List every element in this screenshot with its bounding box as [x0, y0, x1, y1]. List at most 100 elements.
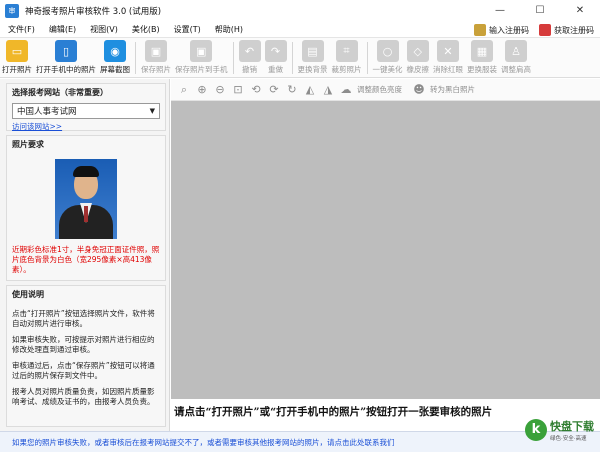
open-photo-label: 打开照片: [2, 65, 32, 74]
title-bar: 审 神奇报考照片审核软件 3.0 (试用版) — ☐ ✕: [0, 0, 600, 22]
site-panel: 选择报考网站（非常重要） 中国人事考试网 ▼ 访问该网站>>: [6, 83, 166, 131]
menu-settings[interactable]: 设置(T): [174, 24, 201, 35]
beautify-button[interactable]: ○ 一键美化: [371, 38, 405, 78]
watermark: k 快盘下载 绿色·安全·高速: [525, 418, 594, 442]
menu-beautify[interactable]: 美化(B): [132, 24, 160, 35]
change-suit-button[interactable]: ▦ 更换服装: [465, 38, 499, 78]
open-phone-photo-button[interactable]: ▯ 打开手机中的照片: [34, 38, 98, 78]
adjust-height-button[interactable]: ♙ 调整肩高: [499, 38, 533, 78]
beautify-label: 一键美化: [372, 65, 403, 74]
toolbar-separator: [366, 42, 368, 74]
sample-photo: [55, 159, 117, 239]
close-button[interactable]: ✕: [560, 0, 600, 22]
usage-paragraph-3: 审核通过后，点击“保存照片”按钮可以将通过后的照片保存到文件中。: [12, 361, 155, 380]
save-photo-button[interactable]: ▣ 保存照片: [139, 38, 173, 78]
menu-bar: 文件(F) 编辑(E) 视图(V) 美化(B) 设置(T) 帮助(H) 输入注册…: [0, 22, 600, 38]
screenshot-label: 屏幕截图: [100, 65, 130, 74]
crop-button[interactable]: ⌗ 裁剪照片: [330, 38, 364, 78]
save-phone-icon: ▣: [190, 40, 213, 62]
usage-paragraph-1: 点击“打开照片”按钮选择照片文件，软件将自动对照片进行审核。: [12, 309, 155, 328]
photo-requirements-panel: 照片要求 近期彩色标准1寸，半身免冠正面证件照，照片底色背景为白色（宽295像素…: [6, 135, 166, 281]
image-toolbar: ⌕ ⊕ ⊖ ⊡ ⟲ ⟳ ↻ ◭ ◮ ☁ 调整颜色亮度 ☻ 转为黑白照片: [171, 79, 600, 101]
person-icon[interactable]: ☻: [412, 83, 426, 97]
usage-title: 使用说明: [12, 290, 44, 299]
requirements-title: 照片要求: [12, 140, 44, 149]
app-icon: 审: [5, 4, 19, 18]
watermark-name: 快盘下载: [550, 420, 594, 433]
save-photo-label: 保存照片: [141, 65, 171, 74]
to-black-white-button[interactable]: 转为黑白照片: [430, 84, 475, 95]
suit-icon: ▦: [471, 40, 493, 62]
folder-icon: ▭: [6, 40, 28, 62]
redo-button[interactable]: ↷ 重做: [263, 38, 289, 78]
adjust-height-label: 调整肩高: [501, 65, 531, 74]
image-canvas[interactable]: [171, 101, 600, 399]
chevron-down-icon: ▼: [149, 107, 155, 115]
key-icon: [474, 24, 486, 36]
save-icon: ▣: [145, 40, 167, 62]
watermark-logo: k: [525, 419, 547, 441]
zoom-in-icon[interactable]: ⊕: [195, 83, 209, 97]
get-register-code-button[interactable]: 获取注册码: [539, 24, 594, 36]
open-photo-button[interactable]: ▭ 打开照片: [0, 38, 34, 78]
screenshot-button[interactable]: ◉ 屏幕截图: [98, 38, 132, 78]
site-panel-title: 选择报考网站（非常重要）: [12, 88, 108, 97]
menu-help[interactable]: 帮助(H): [215, 24, 243, 35]
image-area: ⌕ ⊕ ⊖ ⊡ ⟲ ⟳ ↻ ◭ ◮ ☁ 调整颜色亮度 ☻ 转为黑白照片 请点击“…: [171, 79, 600, 431]
background-icon: ▤: [301, 40, 324, 62]
toolbar-separator: [135, 42, 136, 74]
left-panel: 选择报考网站（非常重要） 中国人事考试网 ▼ 访问该网站>> 照片要求 近期彩色…: [0, 79, 170, 431]
rotate-left-icon[interactable]: ⟲: [249, 83, 263, 97]
open-phone-photo-label: 打开手机中的照片: [36, 65, 96, 74]
minimize-button[interactable]: —: [480, 0, 520, 22]
usage-paragraph-2: 如果审核失败，可按提示对照片进行相应的修改处理直到通过审核。: [12, 335, 155, 354]
menu-view[interactable]: 视图(V): [90, 24, 118, 35]
site-select-value: 中国人事考试网: [17, 107, 77, 117]
zoom-actual-icon[interactable]: ⊡: [231, 83, 245, 97]
watermark-sub: 绿色·安全·高速: [550, 436, 587, 442]
crop-label: 裁剪照片: [331, 65, 362, 74]
undo-icon: ↶: [238, 40, 261, 62]
menu-edit[interactable]: 编辑(E): [49, 24, 76, 35]
maximize-button[interactable]: ☐: [520, 0, 560, 22]
change-suit-label: 更换服装: [467, 65, 497, 74]
adjust-color-button[interactable]: 调整颜色亮度: [357, 84, 402, 95]
eraser-button[interactable]: ◇ 橡皮擦: [405, 38, 432, 78]
change-background-label: 更换背景: [297, 65, 328, 74]
red-eye-icon: ✕: [437, 40, 459, 62]
flip-horizontal-icon[interactable]: ◭: [303, 83, 317, 97]
usage-panel: 使用说明 点击“打开照片”按钮选择照片文件，软件将自动对照片进行审核。 如果审核…: [6, 285, 166, 427]
save-to-phone-button[interactable]: ▣ 保存照片到手机: [173, 38, 230, 78]
toolbar-separator: [232, 42, 234, 74]
window-title: 神奇报考照片审核软件 3.0 (试用版): [25, 7, 162, 17]
requirements-text: 近期彩色标准1寸，半身免冠正面证件照，照片底色背景为白色（宽295像素×高413…: [12, 245, 160, 274]
contact-us-link[interactable]: 如果您的照片审核失败，或者审核后在报考网站提交不了，或者需要审核其他报考网站的照…: [12, 437, 395, 448]
menu-file[interactable]: 文件(F): [8, 24, 35, 35]
save-to-phone-label: 保存照片到手机: [175, 65, 228, 74]
visit-site-link[interactable]: 访问该网站>>: [12, 121, 160, 132]
zoom-out-icon[interactable]: ⊖: [213, 83, 227, 97]
get-register-code-label: 获取注册码: [554, 25, 594, 35]
change-background-button[interactable]: ▤ 更换背景: [296, 38, 330, 78]
status-bar: 如果您的照片审核失败，或者审核后在报考网站提交不了，或者需要审核其他报考网站的照…: [0, 431, 600, 452]
camera-icon: ◉: [104, 40, 126, 62]
enter-register-code-button[interactable]: 输入注册码: [474, 24, 529, 36]
rotate-right-icon[interactable]: ⟳: [267, 83, 281, 97]
undo-button[interactable]: ↶ 撤销: [237, 38, 263, 78]
cart-icon: [539, 24, 551, 36]
red-eye-label: 消除红眼: [433, 65, 463, 74]
redo-icon: ↷: [264, 40, 287, 62]
adjust-icon: ♙: [505, 40, 527, 62]
eraser-label: 橡皮擦: [406, 65, 430, 74]
zoom-fit-icon[interactable]: ⌕: [177, 83, 191, 97]
usage-paragraph-4: 报考人员对照片质量负责，如因照片质量影响考试、成绩及证书的，由报考人员负责。: [12, 387, 155, 406]
beautify-icon: ○: [376, 40, 399, 62]
flip-vertical-icon[interactable]: ◮: [321, 83, 335, 97]
phone-icon: ▯: [55, 40, 77, 62]
red-eye-button[interactable]: ✕ 消除红眼: [431, 38, 465, 78]
site-select[interactable]: 中国人事考试网 ▼: [12, 103, 160, 119]
refresh-icon[interactable]: ↻: [285, 83, 299, 97]
undo-label: 撤销: [242, 65, 257, 74]
color-icon[interactable]: ☁: [339, 83, 353, 97]
redo-label: 重做: [268, 65, 283, 74]
